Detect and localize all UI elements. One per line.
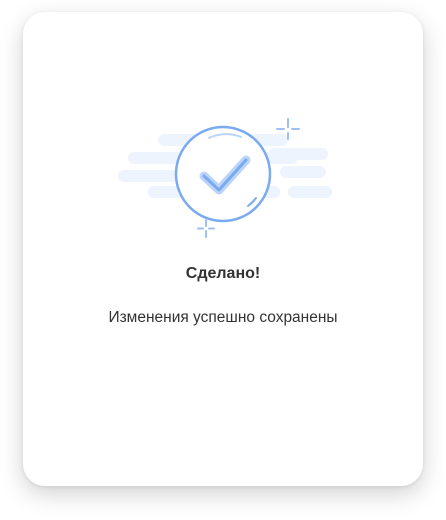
success-check-icon	[118, 118, 332, 238]
dialog-title: Сделано!	[185, 265, 261, 282]
dialog-message: Изменения успешно сохранены	[108, 309, 338, 326]
sparkle-icon	[197, 219, 215, 238]
success-dialog: Сделано! Изменения успешно сохранены	[23, 12, 423, 486]
